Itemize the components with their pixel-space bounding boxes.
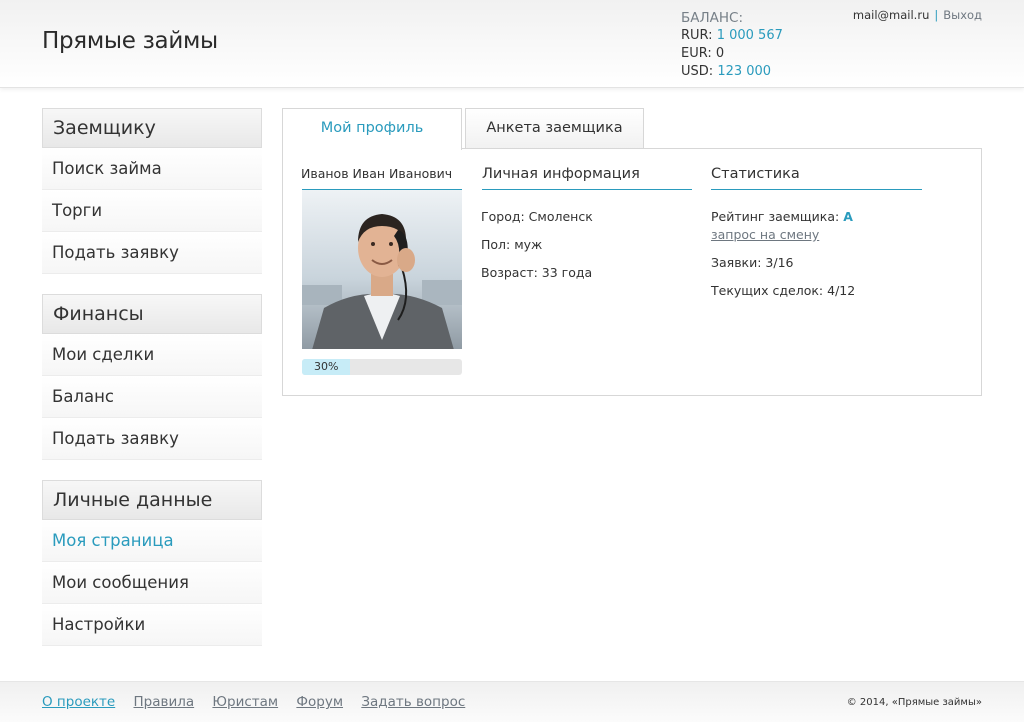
sidebar: Заемщику Поиск займа Торги Подать заявку… xyxy=(42,108,262,666)
gender-field: Пол: муж xyxy=(481,237,543,252)
city-field: Город: Смоленск xyxy=(481,209,593,224)
personal-info-title: Личная информация xyxy=(482,166,692,190)
rating-change-request-link[interactable]: запрос на смену xyxy=(711,227,819,242)
balance-currency: EUR: xyxy=(681,46,712,61)
rating-value: A xyxy=(843,209,853,224)
sidebar-item-settings[interactable]: Настройки xyxy=(42,604,262,646)
sidebar-item-submit-application[interactable]: Подать заявку xyxy=(42,232,262,274)
sidebar-item-auctions[interactable]: Торги xyxy=(42,190,262,232)
avatar-image xyxy=(302,190,462,349)
footer-link-forum[interactable]: Форум xyxy=(296,694,343,710)
balance-currency: RUR: xyxy=(681,28,713,43)
applications-field: Заявки: 3/16 xyxy=(711,255,794,270)
footer-link-rules[interactable]: Правила xyxy=(134,694,195,710)
menu-group-finance: Финансы Мои сделки Баланс Подать заявку xyxy=(42,294,262,460)
menu-header: Личные данные xyxy=(42,480,262,520)
balance-amount: 123 000 xyxy=(717,64,772,79)
logout-link[interactable]: Выход xyxy=(943,8,982,22)
menu-group-personal: Личные данные Моя страница Мои сообщения… xyxy=(42,480,262,646)
balance-row-rur: RUR: 1 000 567 xyxy=(681,27,783,45)
balance-amount: 1 000 567 xyxy=(716,28,783,43)
user-separator: | xyxy=(934,8,939,22)
sidebar-item-my-deals[interactable]: Мои сделки xyxy=(42,334,262,376)
profile-name: Иванов Иван Иванович xyxy=(301,166,453,181)
balance-title: БАЛАНС: xyxy=(681,10,744,26)
balance-panel: БАЛАНС: RUR: 1 000 567 EUR: 0 USD: 123 0… xyxy=(681,9,783,81)
user-area: mail@mail.ru | Выход xyxy=(853,8,982,22)
user-email[interactable]: mail@mail.ru xyxy=(853,8,929,22)
site-logo[interactable]: Прямые займы xyxy=(42,28,218,54)
sidebar-item-submit-application-finance[interactable]: Подать заявку xyxy=(42,418,262,460)
progress-label: 30% xyxy=(314,360,339,373)
footer-link-ask-question[interactable]: Задать вопрос xyxy=(361,694,465,710)
balance-amount: 0 xyxy=(715,46,725,61)
footer: О проекте Правила Юристам Форум Задать в… xyxy=(0,681,1024,722)
footer-link-lawyers[interactable]: Юристам xyxy=(212,694,278,710)
rating-field: Рейтинг заемщика: A xyxy=(711,209,853,224)
copyright: © 2014, «Прямые займы» xyxy=(846,697,982,708)
age-field: Возраст: 33 года xyxy=(481,265,593,280)
profile-panel: Иванов Иван Иванович 30% Личная информац… xyxy=(282,148,982,396)
current-deals-field: Текущих сделок: 4/12 xyxy=(711,283,856,298)
menu-header: Финансы xyxy=(42,294,262,334)
rating-label: Рейтинг заемщика: xyxy=(711,209,840,224)
profile-photo xyxy=(302,189,462,349)
statistics-title: Статистика xyxy=(711,166,922,190)
tab-borrower-form[interactable]: Анкета заемщика xyxy=(465,108,644,149)
sidebar-item-balance[interactable]: Баланс xyxy=(42,376,262,418)
footer-links: О проекте Правила Юристам Форум Задать в… xyxy=(42,694,479,710)
balance-row-usd: USD: 123 000 xyxy=(681,63,783,81)
balance-row-eur: EUR: 0 xyxy=(681,45,783,63)
profile-completion-bar: 30% xyxy=(302,359,462,375)
balance-currency: USD: xyxy=(681,64,714,79)
sidebar-item-my-page[interactable]: Моя страница xyxy=(42,520,262,562)
sidebar-item-loan-search[interactable]: Поиск займа xyxy=(42,148,262,190)
header: Прямые займы БАЛАНС: RUR: 1 000 567 EUR:… xyxy=(0,0,1024,88)
footer-link-about[interactable]: О проекте xyxy=(42,694,115,710)
sidebar-item-my-messages[interactable]: Мои сообщения xyxy=(42,562,262,604)
menu-header: Заемщику xyxy=(42,108,262,148)
menu-group-borrower: Заемщику Поиск займа Торги Подать заявку xyxy=(42,108,262,274)
tab-my-profile[interactable]: Мой профиль xyxy=(282,108,462,150)
